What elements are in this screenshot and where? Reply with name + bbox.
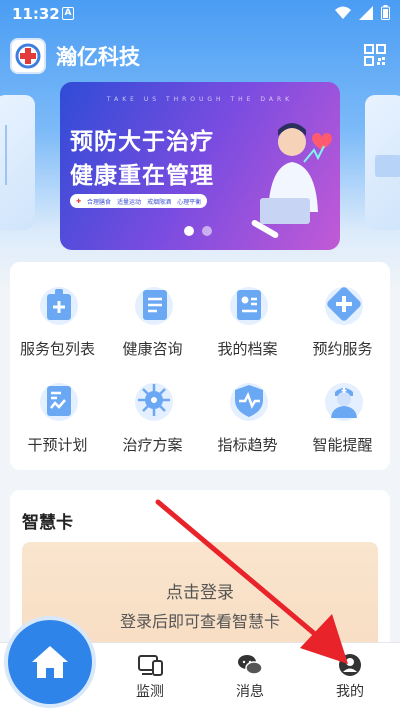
home-icon (32, 646, 68, 678)
promo-banner[interactable]: TAKE US THROUGH THE DARK 预防大于治疗 健康重在管理 ✚… (60, 82, 340, 250)
service-label: 健康咨询 (122, 340, 183, 358)
heartbeat-shield-icon (230, 383, 268, 421)
nurse-icon (325, 383, 363, 421)
indicator-trend[interactable]: 指标趋势 (200, 366, 295, 461)
devices-icon (138, 655, 163, 676)
strip-item: 戒烟限酒 (147, 198, 172, 206)
scan-qr-icon[interactable] (364, 44, 386, 66)
login-prompt[interactable]: 点击登录 (22, 578, 378, 603)
doctor-illustration-icon (251, 123, 332, 238)
appointment-cross-icon (325, 287, 363, 325)
tab-label: 监测 (136, 684, 164, 700)
service-label: 治疗方案 (122, 436, 183, 454)
tab-monitor[interactable]: 监测 (110, 650, 190, 706)
carousel-dot[interactable] (184, 226, 194, 236)
banner-strip: ✚ 合理膳食 适量运动 戒烟限酒 心理平衡 (70, 194, 208, 208)
carousel-next-card[interactable] (365, 95, 400, 230)
intervention-chart-icon (40, 383, 78, 421)
service-label: 指标趋势 (217, 436, 278, 454)
health-consult[interactable]: 健康咨询 (105, 270, 200, 365)
smart-reminder[interactable]: 智能提醒 (295, 366, 390, 461)
tab-home[interactable] (8, 620, 92, 704)
status-time: 11:32 (12, 5, 60, 23)
battery-icon (381, 5, 390, 20)
intervention-plan[interactable]: 干预计划 (10, 366, 105, 461)
person-icon (339, 654, 361, 676)
service-label: 干预计划 (27, 436, 88, 454)
service-package-icon (40, 287, 78, 325)
app-title: 瀚亿科技 (56, 45, 140, 69)
tab-mine[interactable]: 我的 (310, 650, 390, 706)
service-label: 我的档案 (217, 340, 278, 358)
tab-messages[interactable]: 消息 (210, 650, 290, 706)
service-label: 智能提醒 (312, 436, 373, 454)
my-records[interactable]: 我的档案 (200, 270, 295, 365)
signal-icon (359, 5, 373, 20)
service-label: 服务包列表 (19, 340, 95, 358)
wifi-icon (335, 6, 351, 19)
profile-card-icon (230, 287, 268, 325)
red-cross-icon: ✚ (76, 197, 82, 205)
consult-scroll-icon (135, 287, 173, 325)
tab-label: 我的 (336, 684, 364, 700)
app-logo (10, 38, 46, 74)
banner-headline-2: 健康重在管理 (70, 163, 214, 189)
strip-item: 适量运动 (117, 198, 142, 206)
carousel-prev-card[interactable] (0, 95, 35, 230)
logo-mark-icon (15, 43, 41, 69)
carousel-indicator (184, 226, 212, 236)
strip-item: 合理膳食 (87, 198, 112, 206)
status-bar: 11:32 A (0, 0, 400, 28)
strip-item: 心理平衡 (177, 198, 202, 206)
carousel-dot[interactable] (202, 226, 212, 236)
smart-card-title: 智慧卡 (22, 513, 73, 533)
service-label: 预约服务 (312, 340, 373, 358)
service-package-list[interactable]: 服务包列表 (10, 270, 105, 365)
chat-bubbles-icon (238, 655, 263, 675)
app-header: 瀚亿科技 (0, 30, 400, 80)
services-grid: 服务包列表 健康咨询 我的档案 预约服务 干预计划 治疗方案 指标趋势 智能提醒 (10, 262, 390, 470)
appointment-service[interactable]: 预约服务 (295, 270, 390, 365)
banner-headline-1: 预防大于治疗 (70, 129, 214, 155)
notification-icon: A (62, 7, 74, 20)
tab-label: 消息 (236, 684, 264, 700)
treatment-plan[interactable]: 治疗方案 (105, 366, 200, 461)
virus-icon (135, 383, 173, 421)
